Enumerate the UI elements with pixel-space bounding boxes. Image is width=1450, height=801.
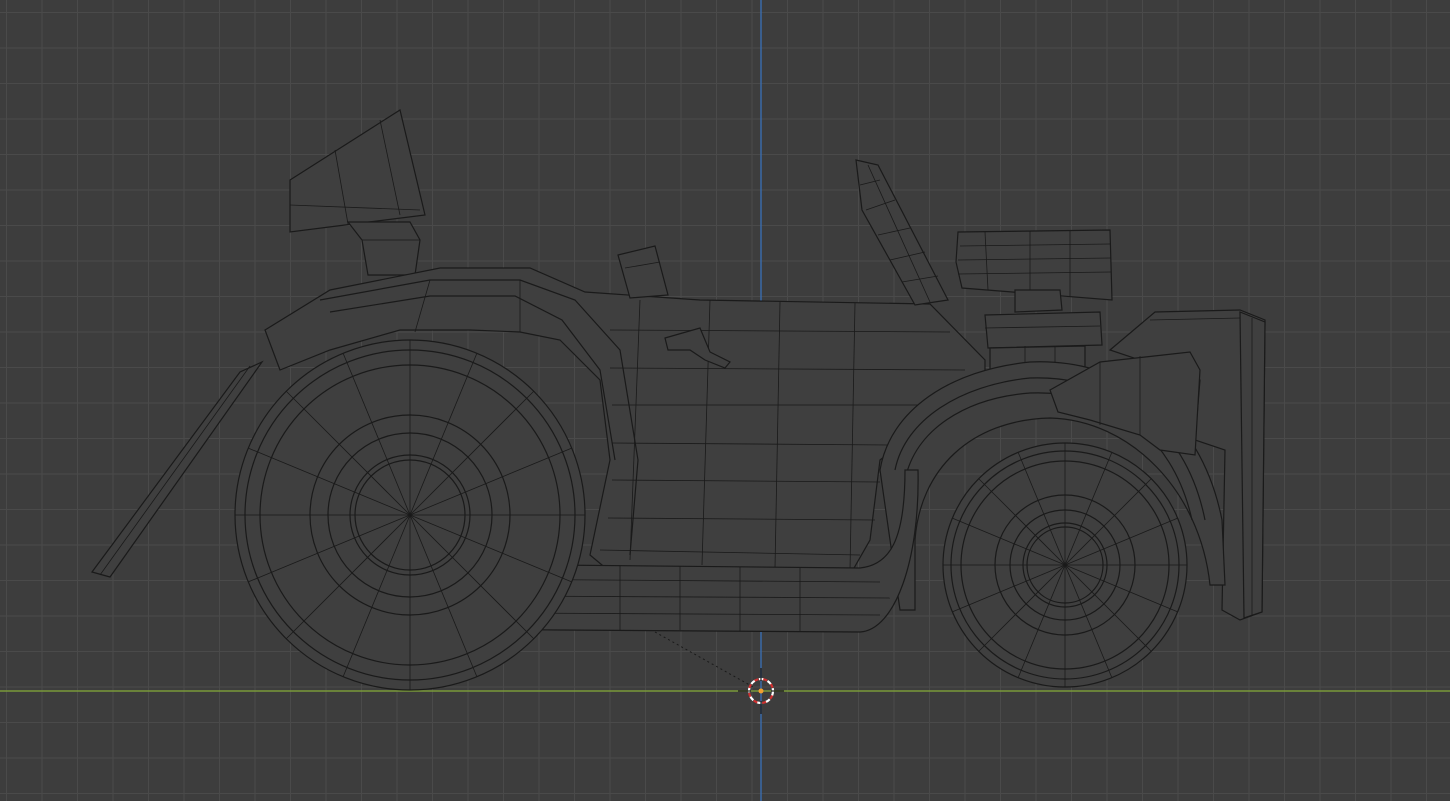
3d-viewport[interactable]	[0, 0, 1450, 801]
engine-block-mesh	[955, 229, 1113, 373]
3d-cursor-icon[interactable]	[738, 668, 784, 714]
car-mesh[interactable]	[90, 109, 1266, 691]
windshield-mesh	[855, 159, 949, 306]
rear-wheel-mesh	[234, 339, 586, 691]
origin-link-line	[654, 631, 756, 689]
viewport-canvas[interactable]	[0, 0, 1450, 801]
seat-mesh	[617, 245, 669, 299]
front-wheel-mesh	[942, 442, 1188, 688]
rear-flag-mesh	[289, 109, 426, 276]
rear-bar-mesh	[90, 360, 264, 578]
